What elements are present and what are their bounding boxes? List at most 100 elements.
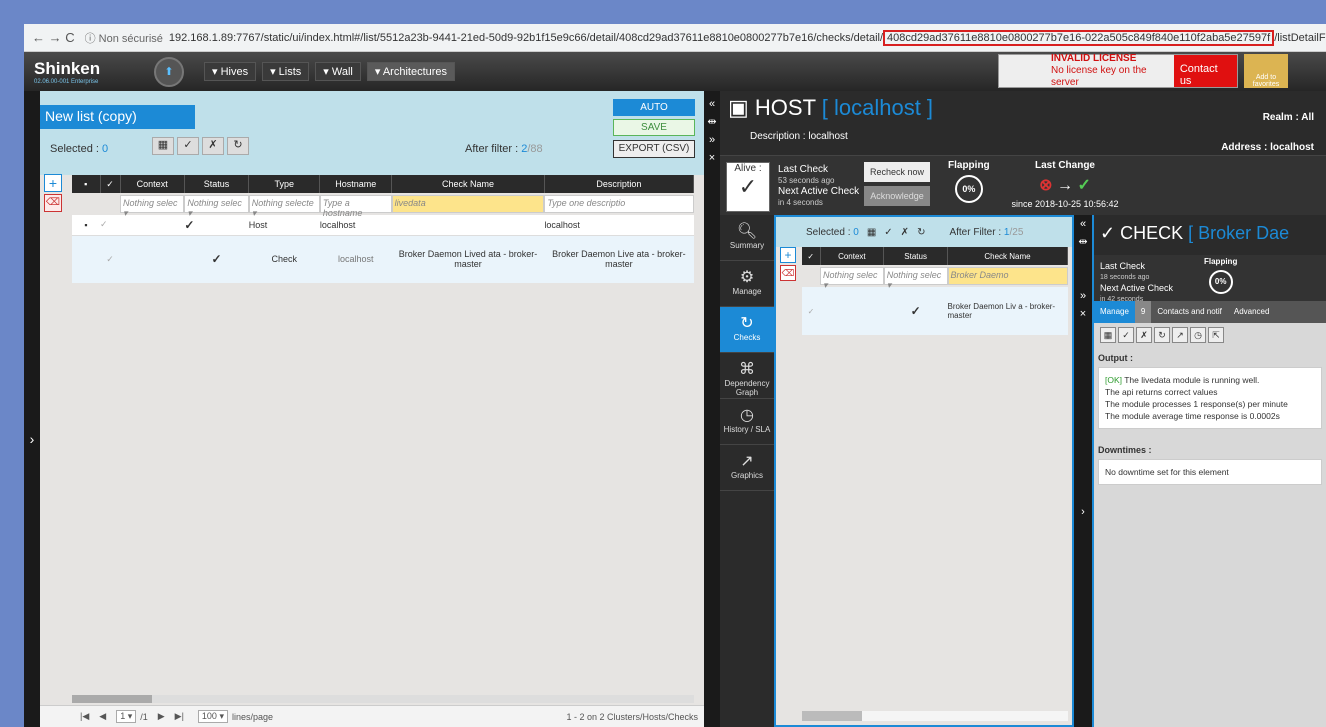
calendar-icon[interactable]: ▦	[152, 137, 174, 155]
filter-description[interactable]: Type one descriptio	[544, 195, 694, 213]
col-description[interactable]: Description	[544, 175, 695, 193]
recheck-button[interactable]: Recheck now	[864, 162, 930, 182]
col-context[interactable]: Context	[820, 247, 885, 265]
select-all-checkbox[interactable]: ✓	[802, 247, 821, 265]
menu-lists[interactable]: ▾ Lists	[262, 62, 310, 81]
url-tail[interactable]: /listDetailFilter...	[1274, 32, 1326, 44]
list-side-buttons: + ⌫	[44, 174, 62, 214]
last-page-icon[interactable]: ▶|	[175, 711, 184, 722]
downtimes-label: Downtimes :	[1098, 445, 1152, 455]
tab-advanced[interactable]: Advanced	[1228, 301, 1276, 323]
next-page-icon[interactable]: ▶	[158, 711, 165, 722]
lines-select[interactable]: 100 ▾	[197, 710, 228, 723]
export-csv-button[interactable]: EXPORT (CSV)	[613, 140, 695, 158]
save-button[interactable]: SAVE	[613, 119, 695, 136]
filter-status[interactable]: Nothing selec ▾	[184, 195, 249, 218]
menu-hives[interactable]: ▾ Hives	[204, 62, 257, 81]
detail-pane: ▣ HOST [ localhost ] Description : local…	[720, 91, 1326, 727]
filter-checkname[interactable]: livedata	[391, 195, 545, 213]
col-context[interactable]: Context	[120, 175, 185, 193]
list-title[interactable]: New list (copy)	[40, 105, 195, 129]
filter-type[interactable]: Nothing selecte ▾	[248, 195, 320, 218]
host-flapping: Flapping 0%	[948, 160, 990, 207]
col-checkname[interactable]: Check Name	[391, 175, 545, 193]
menu-wall[interactable]: ▾ Wall	[315, 62, 361, 81]
recheck-icon[interactable]: ↻	[1154, 327, 1170, 343]
address-bar[interactable]: ← → C ⓘ Non sécurisé 192.168.1.89:7767/s…	[24, 24, 1326, 52]
add-favorites-button[interactable]: Add to favorites	[1244, 54, 1288, 88]
shinken-logo[interactable]: Shinken 02.06.00-001 Enterprise	[34, 59, 134, 85]
url-highlight[interactable]: 408cd29ad37611e8810e0800277b7e16-022a505…	[883, 29, 1275, 46]
tab-manage[interactable]: ⚙ Manage	[720, 261, 774, 307]
security-label: ⓘ Non sécurisé	[84, 32, 163, 45]
first-page-icon[interactable]: |◀	[80, 711, 89, 722]
col-type[interactable]: Type	[248, 175, 321, 193]
up-arrow-icon[interactable]: ⬆	[154, 56, 184, 87]
table-row[interactable]: ✓ ✓ Broker Daemon Liv a - broker-master	[802, 287, 1068, 335]
clear-filter-icon[interactable]: ⌫	[44, 194, 62, 212]
select-all-checkbox[interactable]: ✓	[100, 175, 121, 193]
status-ok-icon: ✓	[184, 215, 249, 236]
tab-checks[interactable]: ↻ Checks	[720, 307, 774, 353]
expand-all-icon[interactable]: ▪	[72, 175, 101, 193]
add-filter-icon[interactable]: +	[780, 247, 796, 263]
col-checkname[interactable]: Check Name	[947, 247, 1068, 265]
col-status[interactable]: Status	[883, 247, 948, 265]
check-output: [OK] The livedata module is running well…	[1098, 367, 1322, 429]
row-type: Check	[248, 235, 320, 283]
row-check: Broker Daemon Liv a - broker-master	[947, 287, 1068, 335]
page-select[interactable]: 1 ▾	[116, 710, 137, 723]
add-filter-icon[interactable]: +	[44, 174, 62, 192]
filter-context[interactable]: Nothing selec ▾	[820, 267, 884, 290]
checks-hscrollbar[interactable]	[802, 711, 1068, 721]
output-label: Output :	[1098, 353, 1133, 363]
nav-buttons[interactable]: ← → C	[32, 30, 75, 45]
graph-icon[interactable]: ↗	[1172, 327, 1188, 343]
col-status[interactable]: Status	[184, 175, 250, 193]
checks-side-buttons: + ⌫	[780, 247, 796, 283]
table-row[interactable]: ▪ ✓ ✓ Host localhost localhost	[72, 215, 694, 236]
col-hostname[interactable]: Hostname	[319, 175, 393, 193]
pane-collapse-controls[interactable]: «⇹» × ›	[1074, 215, 1092, 727]
acknowledge-button[interactable]: Acknowledge	[864, 186, 930, 206]
tools-icon[interactable]: ✗	[1136, 327, 1152, 343]
list-header: New list (copy) Selected : 0 ▦ ✓ ✗ ↻ Aft…	[40, 91, 704, 175]
filter-status[interactable]: Nothing selec ▾	[883, 267, 948, 290]
tools-icon[interactable]: ✗	[901, 227, 909, 238]
pagination-bar: |◀ ◀ 1 ▾ /1 ▶ ▶| 100 ▾ lines/page 1 - 2 …	[40, 705, 704, 727]
tab-dependency-graph[interactable]: ⌘ Dependency Graph	[720, 353, 774, 399]
acknowledge-icon[interactable]: ✓	[177, 137, 199, 155]
filter-checkname[interactable]: Broker Daemo	[947, 267, 1068, 285]
status-ok-icon: ✓	[883, 287, 948, 335]
auto-refresh-toggle[interactable]: AUTO	[613, 99, 695, 116]
tab-graphics[interactable]: ↗ Graphics	[720, 445, 774, 491]
history-icon[interactable]: ◷	[1190, 327, 1206, 343]
host-last-change: Last Change ⊗ → ✓ since 2018-10-25 10:56:4…	[1000, 160, 1130, 210]
recheck-icon[interactable]: ↻	[227, 137, 249, 155]
recheck-icon[interactable]: ↻	[917, 227, 925, 238]
acknowledge-icon[interactable]: ✓	[884, 227, 892, 238]
check-status-bar: Last Check 18 seconds ago Next Active Chec…	[1094, 255, 1326, 303]
tab-contacts[interactable]: Contacts and notif	[1151, 301, 1227, 323]
calendar-icon[interactable]: ▦	[1100, 327, 1116, 343]
clear-filter-icon[interactable]: ⌫	[780, 265, 796, 281]
menu-architectures[interactable]: ▾ Architectures	[366, 62, 456, 81]
expand-left-icon[interactable]: ›	[24, 91, 40, 727]
filter-context[interactable]: Nothing selec ▾	[120, 195, 185, 218]
filter-hostname[interactable]: Type a hostname	[319, 195, 392, 218]
pane-divider[interactable]: «⇹» ×	[704, 91, 720, 727]
prev-page-icon[interactable]: ◀	[99, 711, 106, 722]
external-link-icon[interactable]: ⇱	[1208, 327, 1224, 343]
tab-summary[interactable]: 🔍︎ Summary	[720, 215, 774, 261]
tools-icon[interactable]: ✗	[202, 137, 224, 155]
contact-button[interactable]: Contact us	[1173, 55, 1237, 87]
list-hscrollbar[interactable]	[72, 695, 694, 703]
downtimes-box: No downtime set for this element	[1098, 459, 1322, 485]
calendar-icon[interactable]: ▦	[867, 227, 876, 238]
host-status-bar: Alive : ✓ Last Check 53 seconds ago Next Ac…	[720, 155, 1326, 215]
url-main[interactable]: 192.168.1.89:7767/static/ui/index.html#/…	[169, 32, 883, 44]
check-toolbar: ▦ ✓ ✗ ↻ ↗ ◷ ⇱	[1094, 323, 1326, 347]
tab-history-sla[interactable]: ◷ History / SLA	[720, 399, 774, 445]
table-row[interactable]: ✓ ✓ Check localhost Broker Daemon Lived …	[72, 235, 694, 283]
acknowledge-icon[interactable]: ✓	[1118, 327, 1134, 343]
